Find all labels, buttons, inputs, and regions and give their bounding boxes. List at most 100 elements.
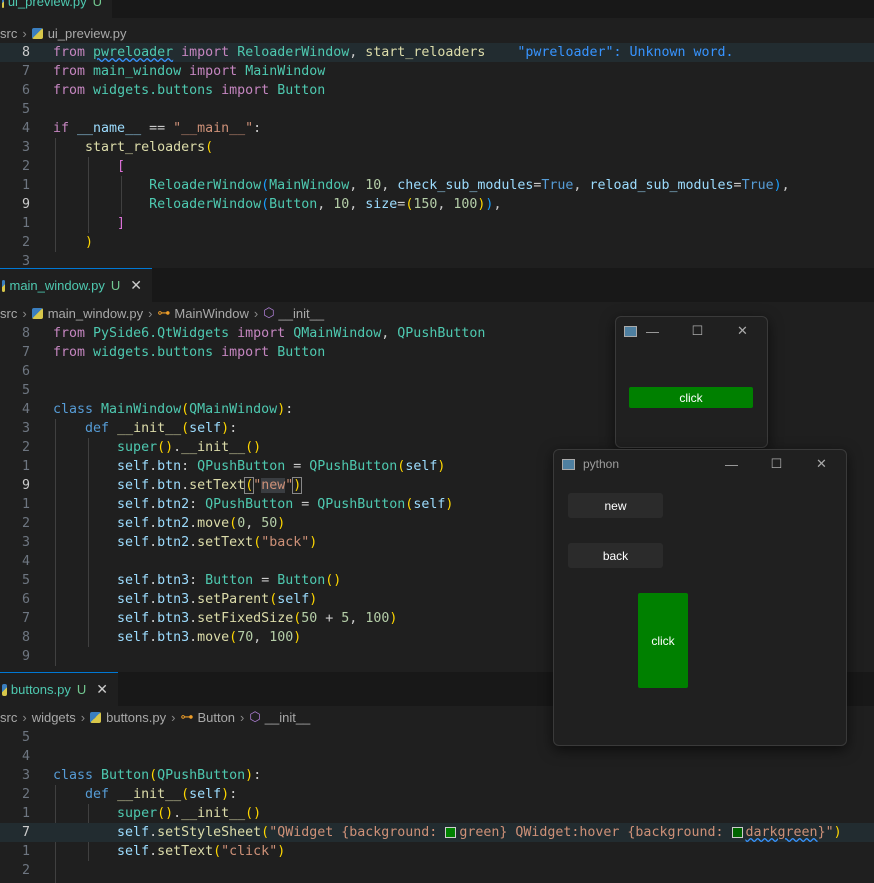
line-number: 5 bbox=[21, 102, 30, 117]
tab-bar-ui-preview: ui_preview.py U bbox=[0, 0, 874, 18]
window-titlebar[interactable]: — ☐ ✕ bbox=[616, 317, 767, 345]
close-tab-icon[interactable]: ✕ bbox=[96, 681, 108, 698]
code-line[interactable]: 2 [ bbox=[0, 157, 874, 176]
close-icon[interactable]: ✕ bbox=[799, 450, 844, 478]
line-number: 4 bbox=[21, 749, 30, 764]
close-tab-icon[interactable]: ✕ bbox=[130, 277, 142, 294]
method-symbol-icon: ⬡ bbox=[249, 709, 261, 724]
untracked-flag: U bbox=[110, 278, 121, 293]
line-number: 6 bbox=[21, 83, 30, 98]
class-symbol-icon: ⊶ bbox=[180, 709, 194, 724]
code-line[interactable]: 3 start_reloaders( bbox=[0, 138, 874, 157]
line-number: 9 bbox=[21, 649, 30, 664]
code-line[interactable]: 1 ] bbox=[0, 214, 874, 233]
code-line[interactable]: 7 self.setStyleSheet("QWidget {backgroun… bbox=[0, 823, 874, 842]
line-number: 3 bbox=[21, 768, 30, 783]
breadcrumb-folder[interactable]: widgets bbox=[32, 710, 76, 725]
tab-ui-preview[interactable]: ui_preview.py U bbox=[0, 0, 112, 18]
line-number: 1 bbox=[21, 497, 30, 512]
breadcrumb-class[interactable]: MainWindow bbox=[174, 306, 248, 321]
new-button[interactable]: new bbox=[568, 493, 663, 518]
breadcrumb-method[interactable]: __init__ bbox=[265, 710, 311, 725]
click-button[interactable]: click bbox=[629, 387, 753, 408]
line-number: 1 bbox=[21, 806, 30, 821]
python-file-icon bbox=[2, 279, 6, 292]
line-number: 3 bbox=[21, 535, 30, 550]
minimize-icon[interactable]: — bbox=[630, 317, 675, 345]
line-number: 1 bbox=[21, 216, 30, 231]
line-number: 2 bbox=[21, 440, 30, 455]
maximize-icon[interactable]: ☐ bbox=[754, 450, 799, 478]
preview-window-button[interactable]: — ☐ ✕ click bbox=[615, 316, 768, 448]
click-button[interactable]: click bbox=[638, 593, 688, 688]
breadcrumb-file[interactable]: main_window.py bbox=[48, 306, 143, 321]
breadcrumb-file[interactable]: ui_preview.py bbox=[48, 26, 127, 41]
breadcrumb-method[interactable]: __init__ bbox=[279, 306, 325, 321]
breadcrumb-class[interactable]: Button bbox=[197, 710, 235, 725]
code-line[interactable]: 7 from main_window import MainWindow bbox=[0, 62, 874, 81]
code-line[interactable]: 1 super().__init__() bbox=[0, 804, 874, 823]
code-line[interactable]: 8 from pwreloader import ReloaderWindow, … bbox=[0, 43, 874, 62]
code-line[interactable]: 1 ReloaderWindow(MainWindow, 10, check_s… bbox=[0, 176, 874, 195]
chevron-right-icon: › bbox=[80, 709, 86, 725]
tab-buttons[interactable]: buttons.py U ✕ bbox=[0, 672, 118, 706]
line-number: 7 bbox=[21, 611, 30, 626]
tab-main-window[interactable]: main_window.py U ✕ bbox=[0, 268, 152, 302]
line-number: 2 bbox=[21, 516, 30, 531]
line-number: 7 bbox=[21, 345, 30, 360]
tab-label: ui_preview.py bbox=[7, 0, 87, 9]
line-number: 3 bbox=[21, 140, 30, 155]
line-number: 3 bbox=[21, 421, 30, 436]
minimize-icon[interactable]: — bbox=[709, 450, 754, 478]
python-file-icon bbox=[2, 683, 7, 696]
code-line[interactable]: 4 if __name__ == "__main__": bbox=[0, 119, 874, 138]
maximize-icon[interactable]: ☐ bbox=[675, 317, 720, 345]
breadcrumb-src[interactable]: src bbox=[0, 26, 17, 41]
code-line[interactable]: 2 bbox=[0, 861, 874, 880]
preview-window-main[interactable]: python — ☐ ✕ new back click bbox=[553, 449, 847, 746]
code-line[interactable]: 2 def __init__(self): bbox=[0, 785, 874, 804]
chevron-right-icon: › bbox=[171, 709, 176, 725]
code-line[interactable]: 5 bbox=[0, 100, 874, 119]
back-button[interactable]: back bbox=[568, 543, 663, 568]
code-line[interactable]: 3 class Button(QPushButton): bbox=[0, 766, 874, 785]
tab-label: buttons.py bbox=[10, 682, 71, 697]
line-number: 8 bbox=[21, 45, 30, 60]
breadcrumb-src[interactable]: src bbox=[0, 710, 17, 725]
code-line[interactable]: 1 self.setText("click") bbox=[0, 842, 874, 861]
line-number: 5 bbox=[21, 383, 30, 398]
diagnostic-message: "pwreloader": Unknown word. bbox=[517, 45, 734, 60]
window-titlebar[interactable]: python — ☐ ✕ bbox=[554, 450, 846, 478]
class-symbol-icon: ⊶ bbox=[157, 305, 171, 320]
code-line[interactable]: 9 ReloaderWindow(Button, 10, size=(150, … bbox=[0, 195, 874, 214]
breadcrumb: src › widgets › buttons.py › ⊶ Button › … bbox=[0, 706, 310, 728]
line-number: 6 bbox=[21, 592, 30, 607]
code-line[interactable]: 4 bbox=[0, 747, 874, 766]
line-number: 9 bbox=[21, 197, 30, 212]
chevron-right-icon: › bbox=[22, 305, 27, 321]
code-line[interactable]: 2 ) bbox=[0, 233, 874, 252]
breadcrumb-src[interactable]: src bbox=[0, 306, 17, 321]
line-number: 4 bbox=[21, 121, 30, 136]
breadcrumb: src › main_window.py › ⊶ MainWindow › ⬡ … bbox=[0, 302, 324, 324]
line-number: 1 bbox=[21, 844, 30, 859]
line-number: 2 bbox=[21, 159, 30, 174]
line-number: 1 bbox=[21, 178, 30, 193]
chevron-right-icon: › bbox=[22, 25, 27, 41]
untracked-flag: U bbox=[92, 0, 102, 9]
line-number: 7 bbox=[21, 64, 30, 79]
line-number: 6 bbox=[21, 364, 30, 379]
chevron-right-icon: › bbox=[22, 709, 27, 725]
chevron-right-icon: › bbox=[240, 709, 245, 725]
close-icon[interactable]: ✕ bbox=[720, 317, 765, 345]
code-line[interactable]: 6 from widgets.buttons import Button bbox=[0, 81, 874, 100]
chevron-right-icon: › bbox=[253, 305, 259, 321]
python-file-icon bbox=[2, 0, 4, 8]
line-number: 4 bbox=[21, 554, 30, 569]
code-line[interactable]: 3 bbox=[0, 252, 874, 266]
tab-label: main_window.py bbox=[9, 278, 105, 293]
python-file-icon bbox=[31, 307, 43, 319]
untracked-flag: U bbox=[76, 682, 87, 697]
breadcrumb-file[interactable]: buttons.py bbox=[106, 710, 166, 725]
line-number: 2 bbox=[21, 863, 30, 878]
